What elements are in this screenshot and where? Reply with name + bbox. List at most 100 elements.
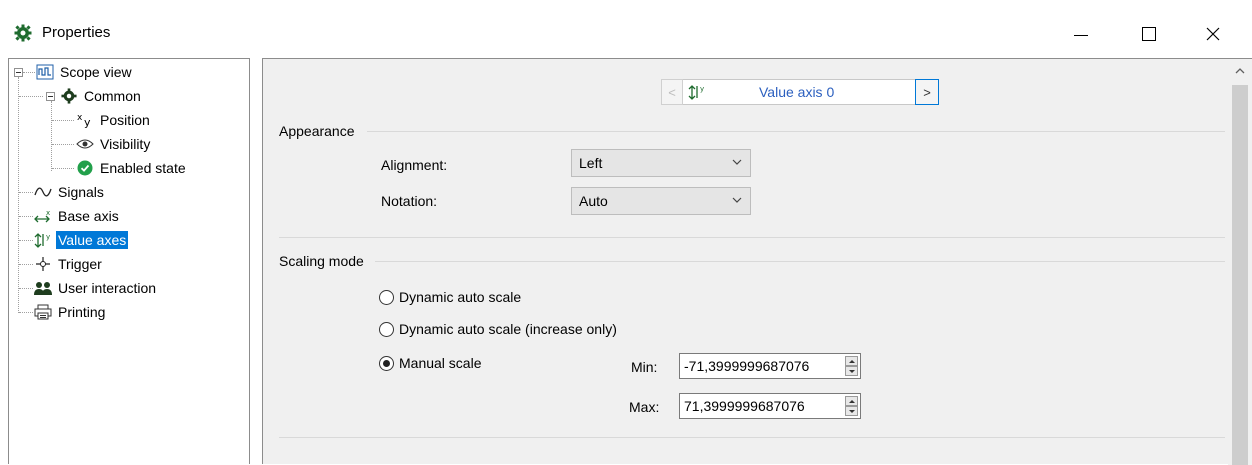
tree-item-enabled-state[interactable]: Enabled state (75, 158, 188, 178)
chevron-up-icon (1235, 68, 1245, 74)
users-icon (33, 279, 53, 297)
next-axis-button[interactable]: > (915, 79, 939, 105)
property-tree: Scope view Common xy Position Visibility… (8, 58, 250, 464)
check-circle-icon (75, 159, 95, 177)
vertical-scrollbar[interactable] (1228, 59, 1252, 465)
tree-item-user-interaction[interactable]: User interaction (33, 278, 158, 298)
axis-selector[interactable]: y Value axis 0 (683, 79, 915, 105)
tree-item-base-axis[interactable]: x Base axis (33, 206, 121, 226)
max-increment-button[interactable] (845, 396, 858, 406)
radio-label: Dynamic auto scale (399, 289, 522, 305)
scroll-up-button[interactable] (1228, 59, 1252, 83)
tree-item-label: Signals (58, 184, 104, 200)
maximize-button[interactable] (1126, 14, 1172, 54)
alignment-label: Alignment: (381, 157, 448, 173)
radio-indicator (379, 355, 394, 371)
tree-item-label: Visibility (100, 136, 151, 152)
radio-indicator (379, 289, 394, 305)
radio-indicator (379, 321, 394, 337)
group-divider (279, 237, 1225, 238)
value-axis-icon: y (687, 83, 707, 101)
radio-dynamic-auto-scale[interactable]: Dynamic auto scale (379, 289, 521, 305)
maximize-icon (1142, 27, 1156, 41)
tree-connector (52, 144, 74, 145)
max-input[interactable]: 71,3999999687076 (679, 393, 861, 419)
radio-manual-scale[interactable]: Manual scale (379, 355, 482, 371)
svg-text:x: x (77, 113, 83, 123)
axis-navigator: < y Value axis 0 > (661, 79, 939, 105)
collapse-toggle-common[interactable] (46, 92, 55, 101)
chevron-down-icon (732, 197, 742, 203)
min-value: -71,3999999687076 (684, 358, 810, 374)
tree-item-label: Printing (58, 304, 106, 320)
tree-item-label: Enabled state (100, 160, 186, 176)
tree-item-printing[interactable]: Printing (33, 302, 107, 322)
appearance-group-title: Appearance (279, 123, 355, 139)
arrow-up-icon (848, 359, 855, 363)
tree-connector (19, 240, 33, 241)
tree-item-value-axes[interactable]: y Value axes (33, 230, 129, 250)
tree-connector (19, 96, 43, 97)
min-input[interactable]: -71,3999999687076 (679, 353, 861, 379)
tree-item-label: User interaction (58, 280, 157, 296)
scroll-thumb[interactable] (1232, 85, 1248, 465)
min-increment-button[interactable] (845, 356, 858, 366)
notation-label: Notation: (381, 193, 438, 209)
max-label: Max: (629, 399, 660, 415)
min-decrement-button[interactable] (845, 366, 858, 376)
title-bar: Properties (0, 0, 1252, 64)
arrow-up-icon (848, 399, 855, 403)
min-stepper (845, 356, 858, 376)
tree-item-position[interactable]: xy Position (75, 110, 152, 130)
arrow-down-icon (848, 369, 855, 373)
radio-label: Manual scale (399, 355, 482, 371)
tree-connector (23, 72, 35, 73)
radio-dynamic-auto-scale-increase[interactable]: Dynamic auto scale (increase only) (379, 321, 617, 337)
tree-connector (52, 120, 74, 121)
gear-icon (59, 87, 79, 105)
collapse-toggle-root[interactable] (14, 68, 23, 77)
tree-connector (18, 77, 19, 313)
crosshair-icon (33, 255, 53, 273)
group-divider (367, 131, 1225, 132)
tree-connector (52, 168, 74, 169)
properties-panel: < y Value axis 0 > Appearance Alignment:… (262, 58, 1252, 465)
max-decrement-button[interactable] (845, 406, 858, 416)
group-divider (279, 437, 1225, 438)
notation-select[interactable]: Auto (571, 187, 751, 215)
minimize-button[interactable] (1058, 14, 1104, 54)
base-axis-icon: x (33, 207, 53, 225)
tree-connector (19, 312, 33, 313)
tree-item-label: Common (84, 88, 141, 104)
group-divider (375, 261, 1225, 262)
tree-item-visibility[interactable]: Visibility (75, 134, 152, 154)
tree-item-trigger[interactable]: Trigger (33, 254, 104, 274)
gear-icon (14, 24, 32, 42)
tree-item-common[interactable]: Common (59, 86, 143, 106)
scaling-group-title: Scaling mode (279, 253, 364, 269)
tree-connector (19, 192, 33, 193)
wave-icon (33, 183, 53, 201)
close-button[interactable] (1190, 14, 1236, 54)
xy-icon: xy (75, 111, 95, 129)
tree-item-label: Value axes (56, 231, 129, 249)
tree-item-label: Position (100, 112, 150, 128)
svg-text:y: y (84, 116, 91, 129)
arrow-down-icon (848, 409, 855, 413)
alignment-select[interactable]: Left (571, 149, 751, 177)
tree-item-signals[interactable]: Signals (33, 182, 106, 202)
close-icon (1206, 27, 1220, 41)
min-label: Min: (631, 359, 658, 375)
eye-icon (75, 135, 95, 153)
max-stepper (845, 396, 858, 416)
tree-connector (19, 264, 33, 265)
tree-item-label: Scope view (60, 64, 132, 80)
axis-name: Value axis 0 (759, 84, 835, 100)
radio-label: Dynamic auto scale (increase only) (399, 321, 617, 337)
tree-item-label: Base axis (58, 208, 119, 224)
printer-icon (33, 303, 53, 321)
max-value: 71,3999999687076 (684, 398, 805, 414)
previous-axis-button[interactable]: < (661, 79, 683, 105)
value-axis-icon: y (33, 231, 53, 249)
tree-item-scope-view[interactable]: Scope view (35, 62, 134, 82)
